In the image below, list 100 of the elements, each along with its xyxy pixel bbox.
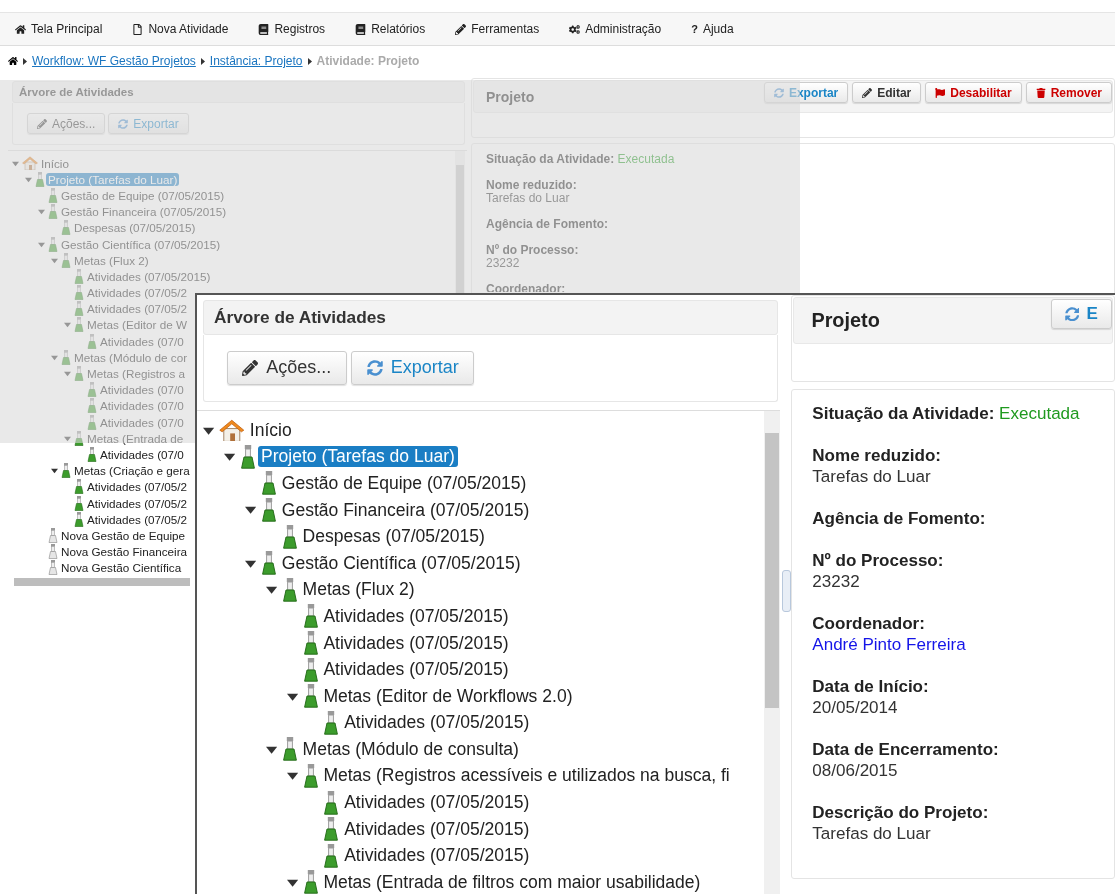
tree-node[interactable]: Gestão de Equipe (07/05/2015)	[278, 472, 530, 494]
scrollbar[interactable]	[764, 410, 780, 894]
tree-node[interactable]: Despesas (07/05/2015)	[299, 526, 488, 548]
flask-icon	[323, 710, 340, 735]
gears-icon	[569, 23, 581, 35]
breadcrumb-link[interactable]: Instância: Projeto	[209, 54, 303, 68]
flask-icon	[302, 764, 319, 788]
trash-icon	[1035, 87, 1046, 98]
export-icon	[366, 359, 383, 376]
caret-icon	[200, 57, 205, 65]
tree-node[interactable]: Metas (Criação e gera	[72, 464, 192, 478]
panel-header: Árvore de Atividades	[12, 81, 465, 103]
expanded-caret-icon[interactable]	[224, 451, 236, 463]
tree-node[interactable]: Gestão Científica (07/05/2015)	[278, 552, 524, 574]
tree-node[interactable]: Atividades (07/05/2	[85, 496, 190, 510]
field-value: 08/06/2015	[812, 760, 898, 782]
panel-title: Projeto	[810, 308, 880, 332]
flask-icon	[261, 551, 277, 576]
field-label: Data de Início:	[812, 677, 929, 697]
export-button[interactable]: Exportar	[351, 351, 475, 385]
collapse-handle[interactable]	[782, 570, 791, 612]
tree-node[interactable]: Atividades (07/05/2015)	[341, 792, 533, 814]
pencil-icon	[455, 23, 467, 35]
tree-node[interactable]: Início	[246, 419, 295, 441]
tree-node[interactable]: Atividades (07/05/2015)	[320, 632, 512, 654]
nav-item[interactable]: Relatórios	[355, 22, 426, 36]
tree-node[interactable]: Atividades (07/05/2015)	[341, 712, 533, 734]
expanded-caret-icon[interactable]	[286, 770, 298, 782]
edit-button[interactable]: Editar	[852, 82, 922, 103]
expanded-caret-icon[interactable]	[51, 467, 58, 475]
field-value: 23232	[812, 571, 860, 593]
pencil-icon	[242, 359, 259, 376]
export-icon	[773, 87, 784, 98]
field-value: Executada	[617, 153, 675, 166]
field-value: 20/05/2014	[812, 697, 898, 719]
caret-icon	[23, 57, 27, 65]
flask-icon	[323, 843, 340, 868]
expanded-caret-icon[interactable]	[265, 584, 277, 596]
tree-node[interactable]: Nova Gestão Científica	[59, 561, 184, 575]
tree-node[interactable]: Metas (Entrada de filtros com maior usabilidade)	[320, 871, 704, 893]
expanded-caret-icon[interactable]	[245, 504, 257, 516]
nav-item[interactable]: Nova Atividade	[132, 22, 229, 36]
house-icon	[219, 419, 245, 442]
flask-icon	[61, 349, 71, 365]
tree-node[interactable]: Metas (Flux 2)	[299, 579, 418, 601]
field-label: Situação da Atividade:	[812, 404, 995, 424]
tree-node[interactable]: Metas (Módulo de consulta)	[299, 738, 523, 760]
field-label: Coordenador:	[812, 614, 925, 634]
tree-node[interactable]: Atividades (07/05/2015)	[320, 659, 512, 681]
breadcrumb-link[interactable]: Workflow: WF Gestão Projetos	[32, 54, 196, 68]
remove-button[interactable]: Remover	[1025, 82, 1112, 103]
export-button[interactable]: Exportar	[763, 82, 849, 103]
export-button[interactable]: E	[1050, 299, 1112, 330]
flask-icon	[61, 463, 71, 479]
home-icon[interactable]	[8, 56, 18, 66]
flask-icon	[48, 204, 58, 220]
actions-button[interactable]: Ações...	[226, 351, 347, 385]
field-link[interactable]: André Pinto Ferreira	[812, 634, 966, 656]
scrollbar[interactable]	[14, 578, 190, 586]
tree-node[interactable]: Gestão Financeira (07/05/2015)	[278, 499, 533, 521]
tree-node[interactable]: Nova Gestão de Equipe	[59, 528, 188, 542]
tree-node[interactable]: Atividades (07/05/2	[85, 480, 190, 494]
field-label: Nº do Processo:	[812, 551, 944, 571]
tree-node[interactable]: Atividades (07/05/2015)	[341, 818, 533, 840]
tree-node[interactable]: Atividades (07/05/2	[85, 512, 190, 526]
flask-icon	[281, 737, 298, 762]
nav-item[interactable]: ? Ajuda	[691, 22, 734, 36]
flask-icon	[74, 317, 84, 333]
tree-node[interactable]: Metas (Editor de Workflows 2.0)	[320, 685, 576, 707]
flask-icon	[48, 560, 58, 576]
field-label: Agência de Fomento:	[812, 509, 986, 529]
flask-icon	[87, 398, 97, 414]
tree-node[interactable]: Atividades (07/05/2015)	[320, 605, 512, 627]
panel-title: Projeto	[485, 88, 535, 105]
nav-item[interactable]: Registros	[258, 22, 326, 36]
field-label: Nome reduzido:	[486, 178, 577, 192]
tree-node[interactable]: Nova Gestão Financeira	[59, 545, 190, 559]
flask-icon	[323, 817, 340, 842]
flask-icon	[61, 220, 71, 236]
flask-icon	[74, 479, 84, 495]
nav-item[interactable]: Ferramentas	[455, 22, 540, 36]
flask-icon	[240, 444, 257, 469]
flask-icon	[74, 366, 84, 382]
disable-button[interactable]: Desabilitar	[925, 82, 1022, 103]
nav-item[interactable]: Tela Principal	[15, 22, 103, 36]
export-icon	[1064, 306, 1080, 322]
field-value: Tarefas do Luar	[486, 192, 570, 205]
tree-node[interactable]: Projeto (Tarefas do Luar)	[257, 446, 459, 468]
tree-node[interactable]: Metas (Registros acessíveis e utilizados na busca, fi	[320, 765, 733, 787]
flask-icon	[87, 382, 97, 398]
tree-node[interactable]: Atividades (07/05/2015)	[341, 845, 533, 867]
panel-header: Árvore de Atividades	[203, 299, 778, 335]
field-value: Tarefas do Luar	[812, 466, 931, 488]
flask-icon	[261, 498, 277, 523]
field-label: Agência de Fomento:	[486, 217, 608, 231]
field-label: Data de Encerramento:	[812, 740, 999, 760]
tree-node[interactable]: Atividades (07/0	[98, 447, 186, 461]
flag-icon	[935, 87, 946, 98]
field-value: Tarefas do Luar	[812, 823, 931, 845]
nav-item[interactable]: Administração	[569, 22, 662, 36]
